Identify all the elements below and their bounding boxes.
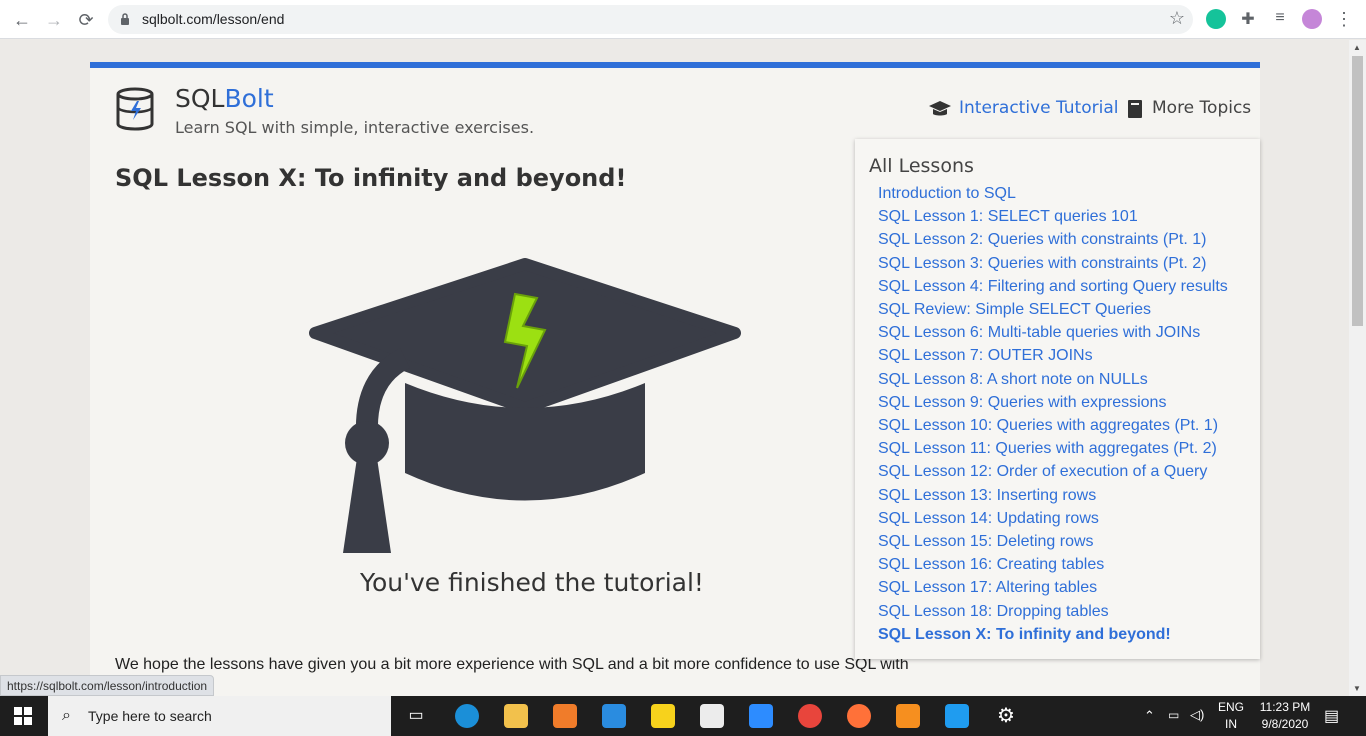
windows-start-icon[interactable] (14, 707, 32, 725)
lesson-link[interactable]: SQL Lesson 13: Inserting rows (878, 484, 1228, 507)
tagline: Learn SQL with simple, interactive exerc… (175, 118, 535, 137)
lesson-link[interactable]: SQL Lesson 7: OUTER JOINs (878, 344, 1228, 367)
graduation-cap-illustration (309, 258, 741, 553)
store-icon[interactable] (700, 704, 724, 728)
lesson-list: Introduction to SQL SQL Lesson 1: SELECT… (878, 182, 1228, 646)
region-code: IN (1225, 717, 1237, 731)
uc-browser-icon[interactable] (553, 704, 577, 728)
taskbar-search-placeholder: Type here to search (88, 708, 212, 724)
lesson-link[interactable]: SQL Lesson 16: Creating tables (878, 553, 1228, 576)
mail-icon[interactable] (602, 704, 626, 728)
page-title: SQL Lesson X: To infinity and beyond! (115, 164, 627, 192)
lesson-link[interactable]: SQL Lesson 8: A short note on NULLs (878, 368, 1228, 391)
zoom-icon[interactable] (749, 704, 773, 728)
lang-code: ENG (1217, 700, 1244, 714)
scroll-down-icon[interactable]: ▼ (1353, 684, 1361, 693)
lesson-link[interactable]: SQL Lesson 11: Queries with aggregates (… (878, 437, 1228, 460)
book-icon (1128, 100, 1142, 118)
volume-icon[interactable]: ◁) (1190, 707, 1204, 723)
lock-icon (121, 13, 129, 25)
task-view-icon[interactable]: ▭ (404, 704, 428, 728)
reload-icon[interactable]: ⟳ (74, 8, 98, 32)
network-icon[interactable]: ▭ (1168, 708, 1179, 722)
nav-more-topics[interactable]: More Topics (1152, 98, 1251, 118)
url-text: sqlbolt.com/lesson/end (142, 11, 285, 27)
taskbar-search[interactable]: ⌕ Type here to search (48, 696, 391, 736)
link-status-bar: https://sqlbolt.com/lesson/introduction (0, 675, 215, 696)
chrome-icon[interactable] (798, 704, 822, 728)
lesson-link[interactable]: SQL Lesson 2: Queries with constraints (… (878, 228, 1228, 251)
lesson-link[interactable]: Introduction to SQL (878, 182, 1228, 205)
settings-gear-icon[interactable]: ⚙ (994, 704, 1018, 728)
sublime-text-icon[interactable] (896, 704, 920, 728)
database-bolt-icon[interactable] (115, 87, 155, 131)
menu-kebab-icon[interactable]: ⋮ (1334, 9, 1354, 29)
back-icon[interactable]: ← (10, 8, 34, 32)
bookmark-star-icon[interactable]: ☆ (1169, 8, 1185, 29)
page-viewport: SQLBolt Learn SQL with simple, interacti… (0, 40, 1349, 696)
scroll-thumb[interactable] (1352, 56, 1363, 326)
lesson-link[interactable]: SQL Lesson 14: Updating rows (878, 507, 1228, 530)
lesson-link[interactable]: SQL Lesson 6: Multi-table queries with J… (878, 321, 1228, 344)
finished-message: You've finished the tutorial! (360, 568, 704, 597)
tray-chevron-icon[interactable]: ⌃ (1144, 708, 1155, 724)
notifications-icon[interactable]: ▤ (1324, 706, 1339, 726)
browser-toolbar: ← → ⟳ sqlbolt.com/lesson/end ☆ ✚ ≡ ⋮ (0, 0, 1366, 39)
taskbar: ⌕ Type here to search ▭ ⚙ ⌃ ▭ ◁) ENG IN … (0, 696, 1366, 736)
brand-prefix: SQL (175, 84, 225, 113)
lesson-link[interactable]: SQL Review: Simple SELECT Queries (878, 298, 1228, 321)
graduation-cap-icon (929, 101, 951, 116)
profile-avatar[interactable] (1302, 9, 1322, 29)
file-explorer-icon[interactable] (504, 704, 528, 728)
firefox-icon[interactable] (847, 704, 871, 728)
lesson-link[interactable]: SQL Lesson 3: Queries with constraints (… (878, 252, 1228, 275)
brand-suffix: Bolt (224, 84, 274, 113)
clock-time: 11:23 PM (1259, 700, 1311, 714)
address-bar[interactable]: sqlbolt.com/lesson/end ☆ (108, 5, 1193, 34)
clock-date: 9/8/2020 (1261, 717, 1309, 731)
lesson-link[interactable]: SQL Lesson 17: Altering tables (878, 576, 1228, 599)
forward-icon[interactable]: → (42, 8, 66, 32)
all-lessons-heading: All Lessons (869, 155, 974, 177)
vscode-icon[interactable] (945, 704, 969, 728)
lesson-link[interactable]: SQL Lesson 9: Queries with expressions (878, 391, 1228, 414)
lesson-link[interactable]: SQL Lesson 15: Deleting rows (878, 530, 1228, 553)
edge-icon[interactable] (455, 704, 479, 728)
nav-interactive-tutorial[interactable]: Interactive Tutorial (959, 98, 1118, 118)
lesson-link[interactable]: SQL Lesson 10: Queries with aggregates (… (878, 414, 1228, 437)
lesson-link[interactable]: SQL Lesson 1: SELECT queries 101 (878, 205, 1228, 228)
closing-paragraph: We hope the lessons have given you a bit… (115, 656, 909, 673)
media-control-icon[interactable]: ≡ (1270, 9, 1290, 29)
brand-logo-text[interactable]: SQLBolt (175, 84, 274, 113)
extensions-icon[interactable]: ✚ (1238, 9, 1258, 29)
all-lessons-panel: All Lessons Introduction to SQL SQL Less… (855, 139, 1260, 659)
lesson-link[interactable]: SQL Lesson 18: Dropping tables (878, 600, 1228, 623)
grammarly-icon[interactable] (1206, 9, 1226, 29)
clock[interactable]: 11:23 PM 9/8/2020 (1252, 700, 1318, 731)
lesson-link[interactable]: SQL Lesson 4: Filtering and sorting Quer… (878, 275, 1228, 298)
lesson-link-active[interactable]: SQL Lesson X: To infinity and beyond! (878, 623, 1228, 646)
search-icon: ⌕ (62, 707, 71, 724)
page-scrollbar[interactable]: ▲ ▼ (1349, 40, 1366, 696)
scroll-up-icon[interactable]: ▲ (1353, 43, 1361, 52)
sticky-notes-icon[interactable] (651, 704, 675, 728)
lesson-link[interactable]: SQL Lesson 12: Order of execution of a Q… (878, 460, 1228, 483)
language-indicator[interactable]: ENG IN (1214, 700, 1248, 731)
